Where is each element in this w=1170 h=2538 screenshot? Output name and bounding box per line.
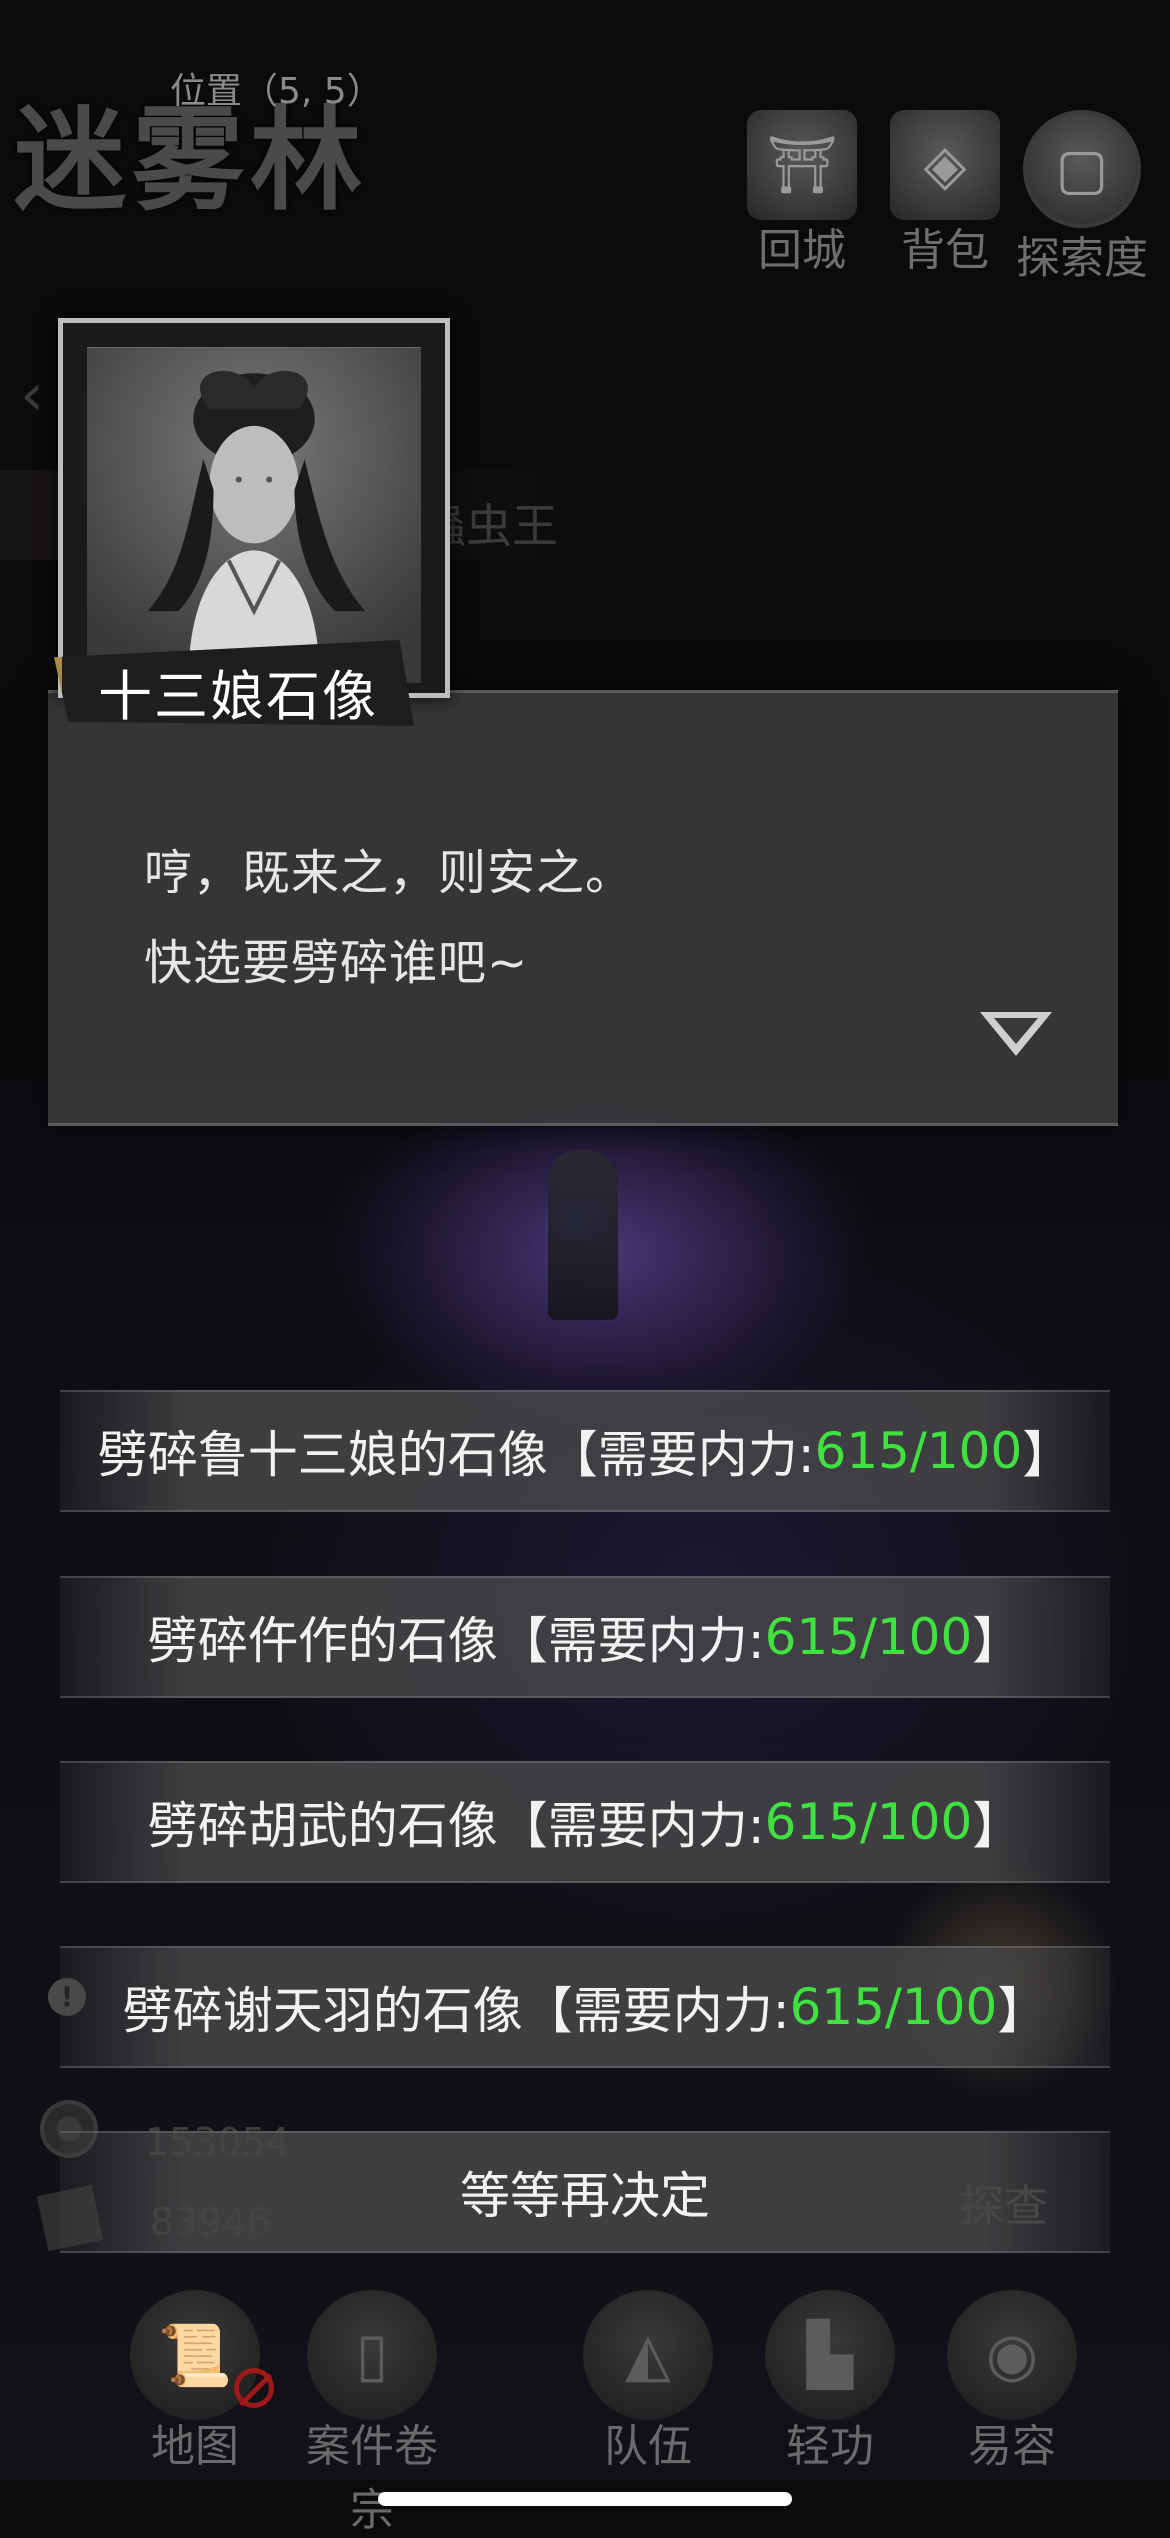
bag-icon: ◈: [890, 110, 1000, 220]
choice-suffix: 】: [1022, 1426, 1073, 1484]
mask-icon: ◉: [947, 2290, 1077, 2420]
dialog-line-1: 哼，既来之，则安之。: [144, 845, 635, 901]
home-indicator[interactable]: [378, 2492, 792, 2506]
choice-suffix: 】: [972, 1797, 1023, 1855]
bag-label: 背包: [901, 225, 989, 276]
nav-disguise-label: 易容: [968, 2421, 1056, 2472]
statue-portrait-image: [87, 347, 421, 683]
boot-icon: ▙: [765, 2290, 895, 2420]
back-arrow-icon: ‹: [20, 360, 44, 430]
choice-smash-xie-tianyu[interactable]: 劈碎谢天羽的石像【需要内力: 615/100】: [60, 1946, 1110, 2068]
choice-suffix: 】: [972, 1612, 1023, 1670]
location-coordinates: 位置（5, 5）: [170, 71, 383, 112]
disabled-icon: [234, 2368, 274, 2408]
choice-smash-hu-wu[interactable]: 劈碎胡武的石像【需要内力: 615/100】: [60, 1761, 1110, 1883]
inner-power-value: 615/100: [764, 1608, 973, 1666]
team-icon: ◭: [583, 2290, 713, 2420]
nav-team[interactable]: ◭ 队伍: [568, 2290, 728, 2474]
city-gate-icon: ⛩: [747, 110, 857, 220]
return-city-button[interactable]: ⛩ 回城: [732, 110, 872, 278]
dialog-line-2: 快选要劈碎谁吧~: [144, 935, 529, 991]
nav-team-label: 队伍: [604, 2421, 692, 2472]
choice-text: 劈碎仵作的石像【需要内力:: [147, 1612, 765, 1670]
nav-disguise[interactable]: ◉ 易容: [932, 2290, 1092, 2474]
nav-case-files-label: 案件卷宗: [306, 2421, 438, 2536]
speaker-name: 十三娘石像: [98, 665, 378, 728]
choice-decide-later[interactable]: 等等再决定: [60, 2131, 1110, 2253]
explore-progress-button[interactable]: ▢ 探索度: [1012, 110, 1152, 286]
nav-qinggong[interactable]: ▙ 轻功: [750, 2290, 910, 2474]
nav-qinggong-label: 轻功: [786, 2421, 874, 2472]
choice-smash-lu-shisanniang[interactable]: 劈碎鲁十三娘的石像【需要内力: 615/100】: [60, 1390, 1110, 1512]
inner-power-value: 615/100: [814, 1422, 1023, 1480]
choice-text: 劈碎谢天羽的石像【需要内力:: [122, 1982, 790, 2040]
dialog-next-icon[interactable]: [980, 1012, 1052, 1056]
inner-power-value: 615/100: [789, 1978, 998, 2036]
explore-progress-label: 探索度: [1016, 233, 1148, 284]
bag-button[interactable]: ◈ 背包: [875, 110, 1015, 278]
case-file-icon: ▯: [307, 2290, 437, 2420]
inner-power-value: 615/100: [764, 1793, 973, 1851]
choice-smash-wuzuo[interactable]: 劈碎仵作的石像【需要内力: 615/100】: [60, 1576, 1110, 1698]
return-city-label: 回城: [758, 225, 846, 276]
choice-text: 劈碎胡武的石像【需要内力:: [147, 1797, 765, 1855]
player-character: [548, 1150, 618, 1320]
choice-text: 劈碎鲁十三娘的石像【需要内力:: [97, 1426, 815, 1484]
nav-map-label: 地图: [151, 2421, 239, 2472]
dialog-box[interactable]: 哼，既来之，则安之。 快选要劈碎谁吧~: [48, 690, 1118, 1126]
explore-icon: ▢: [1023, 110, 1141, 228]
choice-suffix: 】: [997, 1982, 1048, 2040]
choice-text: 等等再决定: [460, 2167, 710, 2225]
